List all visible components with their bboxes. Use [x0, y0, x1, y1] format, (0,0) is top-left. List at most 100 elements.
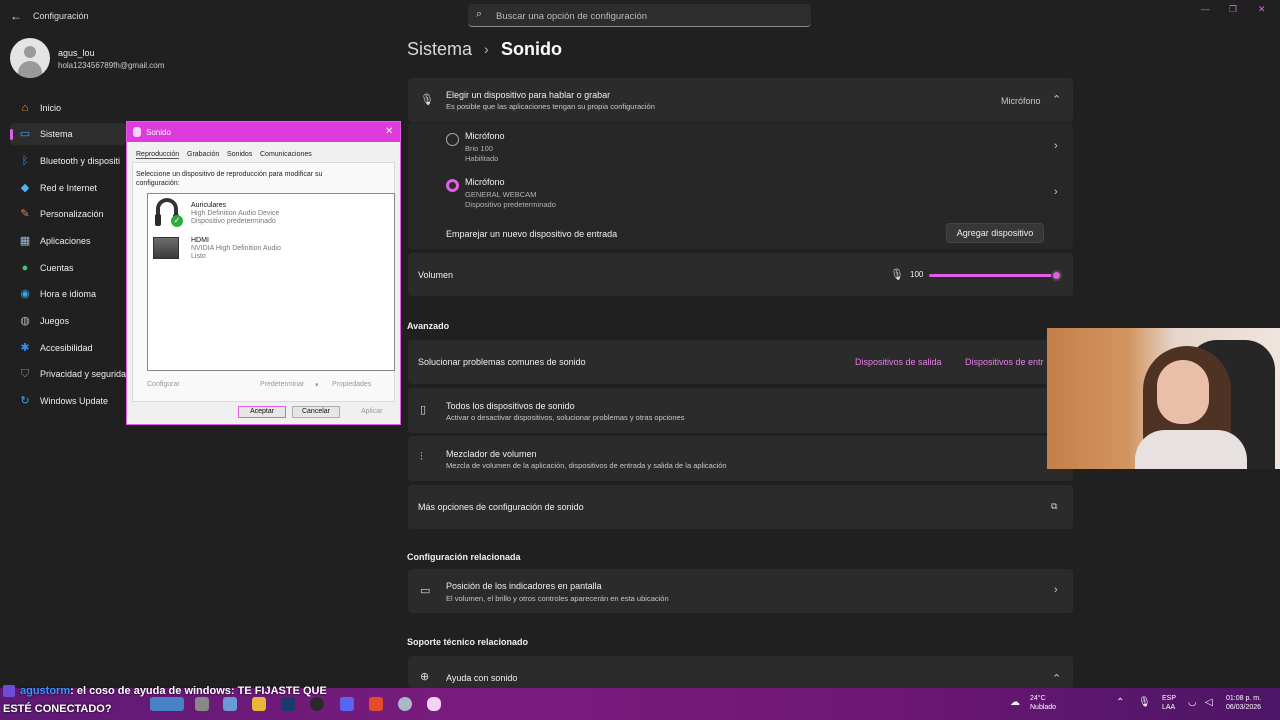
language-code[interactable]: ESP — [1162, 695, 1176, 702]
avatar-head — [24, 46, 36, 58]
all-sound-devices-row[interactable]: ▯ Todos los dispositivos de sonido Activ… — [408, 388, 1073, 433]
sidebar-item-aplicaciones[interactable]: ▦ Aplicaciones — [10, 230, 126, 252]
sidebar-item-inicio[interactable]: ⌂ Inicio — [10, 97, 126, 119]
webcam-face — [1157, 360, 1209, 424]
twitch-icon — [3, 685, 15, 697]
all-devices-title: Todos los dispositivos de sonido — [446, 401, 575, 411]
sound-help-row[interactable]: ⊕ Ayuda con sonido ⌃ — [408, 656, 1073, 688]
tab-comunicaciones[interactable]: Comunicaciones — [260, 151, 312, 158]
update-icon: ↻ — [20, 395, 30, 407]
sidebar-item-cuentas[interactable]: ● Cuentas — [10, 257, 126, 279]
chevron-up-icon[interactable]: ⌃ — [1052, 672, 1061, 685]
volume-slider-track[interactable] — [929, 274, 1057, 277]
clock-time[interactable]: 01:08 p. m. — [1226, 695, 1261, 702]
language-layout[interactable]: LAA — [1162, 704, 1175, 711]
microphone-icon[interactable]: 🎙︎ — [890, 268, 904, 281]
add-device-button[interactable]: Agregar dispositivo — [946, 223, 1044, 243]
wifi-icon[interactable]: ◡ — [1188, 697, 1197, 708]
volume-mixer-row[interactable]: ⫶ Mezclador de volumen Mezcla de volumen… — [408, 436, 1073, 481]
weather-temp: 24°C — [1030, 695, 1046, 702]
speaker-icon: ▯ — [420, 404, 427, 416]
maximize-icon[interactable]: ❐ — [1229, 4, 1237, 15]
device-model: Brio 100 — [465, 144, 493, 153]
brush-icon: ✎ — [20, 208, 30, 220]
speaker-icon[interactable]: ◁ — [1205, 697, 1213, 708]
sidebar-item-label: Sistema — [40, 129, 73, 139]
globe-clock-icon: ◉ — [20, 288, 30, 300]
sidebar-item-personalizacion[interactable]: ✎ Personalización — [10, 203, 126, 225]
sidebar-item-windows-update[interactable]: ↻ Windows Update — [10, 390, 126, 412]
dialog-title-bar[interactable]: Sonido ✕ — [127, 122, 400, 142]
close-window-icon[interactable]: ✕ — [1258, 4, 1266, 15]
configure-button[interactable]: Configurar — [147, 381, 180, 388]
page-title: Sonido — [501, 39, 562, 59]
search-box[interactable]: ⌕ Buscar una opción de configuración — [468, 4, 811, 27]
sidebar-item-label: Accesibilidad — [40, 343, 93, 353]
shield-icon: ⛉ — [20, 368, 30, 380]
set-default-button[interactable]: Predeterminar — [260, 381, 304, 388]
close-icon[interactable]: ✕ — [385, 126, 393, 137]
speaker-icon — [133, 127, 141, 137]
cancel-button[interactable]: Cancelar — [292, 406, 340, 418]
sidebar-item-label: Aplicaciones — [40, 236, 91, 246]
chevron-right-icon: › — [1054, 584, 1058, 596]
input-device-header[interactable]: 🎙︎ Elegir un dispositivo para hablar o g… — [408, 78, 1073, 122]
device-radio-webcam[interactable] — [446, 179, 459, 192]
tab-grabacion[interactable]: Grabación — [187, 151, 219, 158]
ok-button[interactable]: Aceptar — [238, 406, 286, 418]
sidebar-item-label: Privacidad y segurida — [40, 369, 127, 379]
output-devices-link[interactable]: Dispositivos de salida — [855, 357, 942, 367]
volume-value: 100 — [910, 270, 924, 279]
indicators-position-row[interactable]: ▭ Posición de los indicadores en pantall… — [408, 569, 1073, 613]
device-name: Micrófono — [465, 177, 505, 187]
device-desc: NVIDIA High Definition Audio — [191, 245, 281, 252]
avatar[interactable] — [10, 38, 50, 78]
sidebar-item-bluetooth[interactable]: ᛒ Bluetooth y dispositi — [10, 150, 126, 172]
sidebar-item-sistema[interactable]: ▭ Sistema — [10, 123, 126, 145]
bluetooth-icon: ᛒ — [21, 155, 29, 167]
device-status: Dispositivo predeterminado — [191, 218, 276, 225]
sidebar-item-label: Cuentas — [40, 263, 74, 273]
user-name: agus_lou — [58, 48, 95, 58]
display-indicator-icon: ▭ — [420, 585, 431, 597]
chevron-right-icon[interactable]: › — [1054, 186, 1058, 198]
input-section-title: Elegir un dispositivo para hablar o grab… — [446, 90, 611, 100]
more-sound-options-row[interactable]: Más opciones de configuración de sonido … — [408, 485, 1073, 529]
monitor-icon: ▭ — [19, 128, 31, 140]
search-placeholder[interactable]: Buscar una opción de configuración — [496, 11, 647, 22]
wifi-icon: ◆ — [20, 182, 30, 194]
chevron-up-icon[interactable]: ⌃ — [1116, 697, 1124, 708]
help-title: Ayuda con sonido — [446, 673, 518, 683]
sidebar-item-label: Juegos — [40, 316, 70, 326]
chevron-right-icon[interactable]: › — [1054, 140, 1058, 152]
brave-icon[interactable] — [369, 697, 383, 711]
weather-desc: Nublado — [1030, 704, 1057, 711]
back-arrow-icon[interactable]: ← — [10, 9, 22, 23]
properties-button[interactable]: Propiedades — [332, 381, 371, 388]
device-radio-brio[interactable] — [446, 133, 459, 146]
apply-button[interactable]: Aplicar — [361, 408, 382, 415]
clock-date[interactable]: 06/03/2026 — [1226, 704, 1261, 711]
volume-slider-thumb[interactable] — [1051, 270, 1062, 281]
tab-reproduccion[interactable]: Reproducción — [136, 151, 180, 159]
chevron-down-icon[interactable]: ▾ — [315, 381, 319, 389]
sidebar-item-hora[interactable]: ◉ Hora e idioma — [10, 283, 126, 305]
sidebar-item-juegos[interactable]: ◍ Juegos — [10, 310, 126, 332]
settings-gear-icon[interactable] — [398, 697, 412, 711]
minimize-icon[interactable]: — — [1201, 4, 1210, 14]
device-name: Micrófono — [465, 131, 505, 141]
sidebar-item-accesibilidad[interactable]: ✱ Accesibilidad — [10, 337, 126, 359]
sidebar-item-privacidad[interactable]: ⛉ Privacidad y segurida — [10, 363, 126, 385]
sound-app-icon[interactable] — [427, 697, 441, 711]
microphone-icon[interactable]: 🎙︎ — [1138, 697, 1151, 708]
chevron-up-icon[interactable]: ⌃ — [1052, 93, 1061, 106]
webcam-body — [1135, 430, 1247, 469]
tab-sonidos[interactable]: Sonidos — [227, 151, 252, 158]
sidebar-item-label: Windows Update — [40, 396, 109, 406]
sidebar-item-label: Personalización — [40, 209, 104, 219]
sidebar-item-red[interactable]: ◆ Red e Internet — [10, 177, 126, 199]
breadcrumb-parent[interactable]: Sistema — [407, 39, 472, 60]
search-icon: ⌕ — [476, 8, 483, 20]
sidebar-item-label: Red e Internet — [40, 183, 98, 193]
input-devices-link[interactable]: Dispositivos de entr — [965, 357, 1044, 367]
